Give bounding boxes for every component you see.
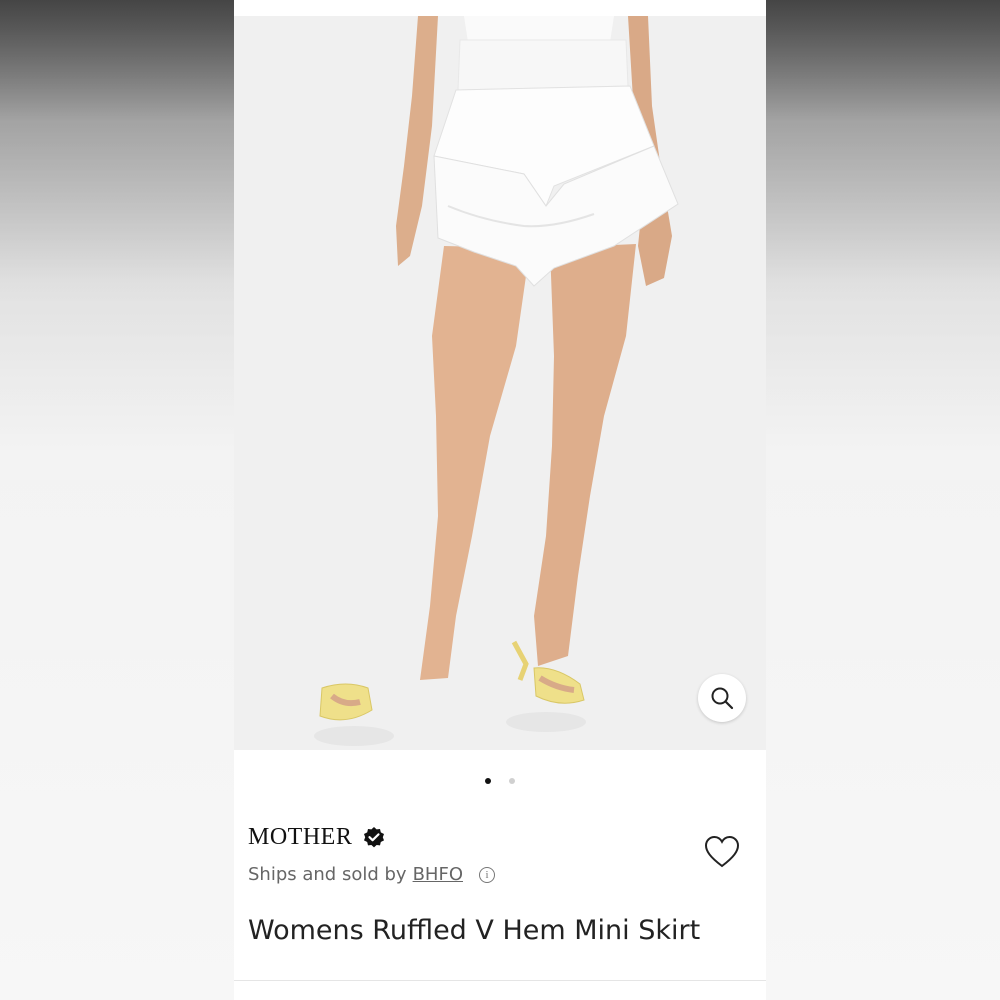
brand-row: MOTHER bbox=[248, 824, 386, 851]
pagination-dot-1[interactable] bbox=[485, 778, 491, 784]
product-page: MOTHER Ships and sold by BHFO i Womens R… bbox=[234, 0, 766, 1000]
seller-info: Ships and sold by BHFO i bbox=[248, 864, 495, 885]
brand-name[interactable]: MOTHER bbox=[248, 824, 352, 851]
product-photo bbox=[234, 16, 766, 750]
favorite-button[interactable] bbox=[702, 832, 742, 872]
seller-prefix: Ships and sold by bbox=[248, 864, 407, 885]
product-title: Womens Ruffled V Hem Mini Skirt bbox=[248, 915, 701, 946]
heart-outline-icon bbox=[704, 835, 740, 868]
divider bbox=[234, 980, 766, 981]
info-circle-icon[interactable]: i bbox=[478, 866, 495, 883]
magnifier-icon bbox=[711, 687, 734, 710]
pagination-dot-2[interactable] bbox=[509, 778, 515, 784]
background-left bbox=[0, 0, 234, 1000]
background-right bbox=[766, 0, 1000, 1000]
gallery-pagination bbox=[234, 778, 766, 784]
product-image-gallery[interactable] bbox=[234, 16, 766, 750]
zoom-button[interactable] bbox=[698, 674, 746, 722]
verified-badge-icon bbox=[364, 826, 385, 847]
seller-link[interactable]: BHFO bbox=[413, 864, 463, 885]
top-bar bbox=[234, 0, 766, 16]
